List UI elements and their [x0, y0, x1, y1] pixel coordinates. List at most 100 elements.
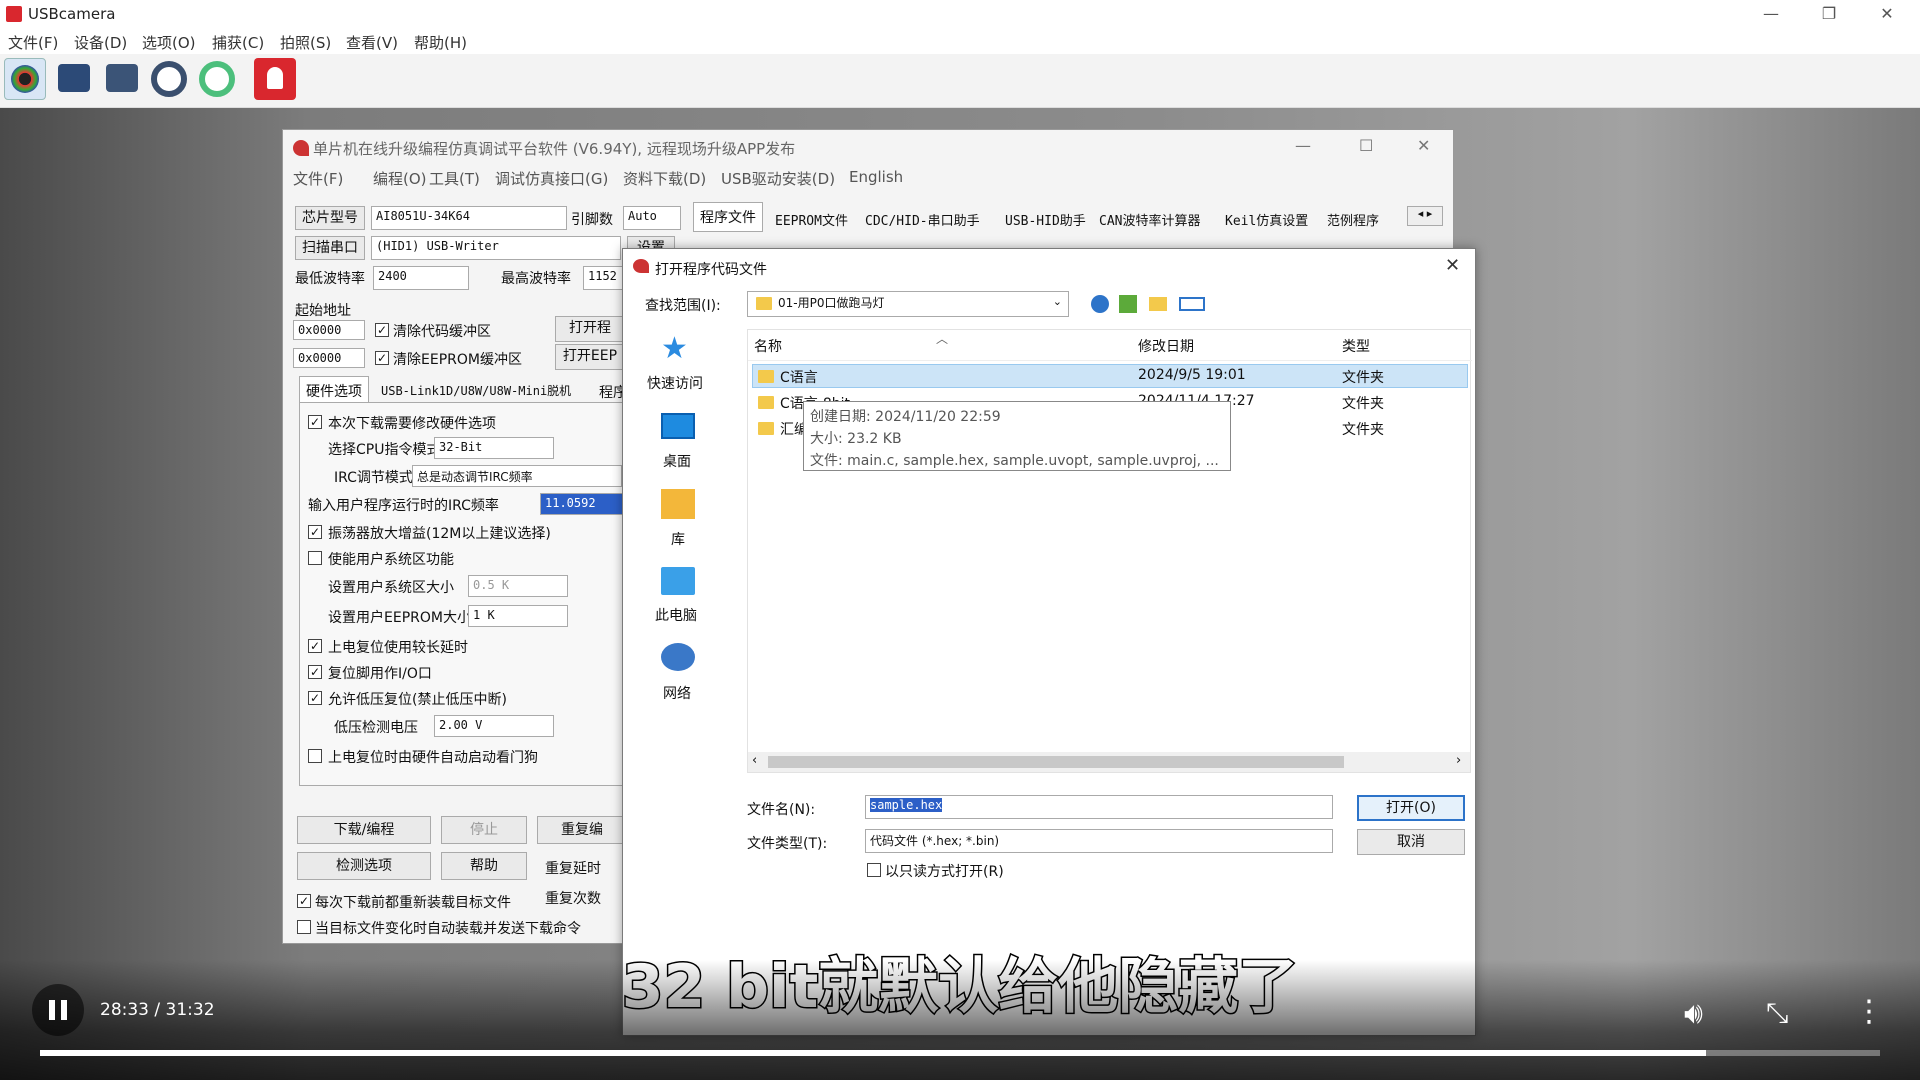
view-menu-icon[interactable] — [1179, 297, 1205, 311]
pin-count-select[interactable]: Auto — [623, 206, 681, 230]
new-folder-icon[interactable] — [1149, 297, 1167, 311]
tab-cdc-hid[interactable]: CDC/HID-串口助手 — [859, 206, 986, 233]
stop-button[interactable]: 停止 — [441, 816, 527, 844]
cpu-mode-select[interactable]: 32-Bit — [434, 437, 554, 459]
reload-each-checkbox[interactable]: ✓ — [297, 894, 311, 908]
repeat-download-button[interactable]: 重复编 — [537, 816, 627, 844]
this-pc-icon[interactable] — [661, 567, 695, 595]
more-options-icon[interactable]: ⋮ — [1854, 994, 1884, 1029]
stc-minimize-button[interactable]: — — [1295, 136, 1311, 155]
dialog-close-button[interactable]: ✕ — [1445, 255, 1460, 276]
readonly-checkbox[interactable] — [867, 863, 881, 877]
osc-gain-checkbox[interactable]: ✓ — [308, 525, 322, 539]
irc-freq-input[interactable]: 11.0592 — [540, 493, 624, 515]
modify-hw-checkbox[interactable]: ✓ — [308, 415, 322, 429]
stc-menu-usb-driver[interactable]: USB驱动安装(D) — [721, 168, 835, 189]
col-type[interactable]: 类型 — [1342, 336, 1370, 356]
user-sys-checkbox[interactable] — [308, 551, 322, 565]
stc-menu-tools[interactable]: 工具(T) — [429, 168, 480, 189]
tab-program-file[interactable]: 程序文件 — [693, 202, 763, 232]
menu-help[interactable]: 帮助(H) — [414, 32, 467, 53]
restore-button[interactable]: ❐ — [1806, 2, 1852, 26]
tab-examples[interactable]: 范例程序 — [1321, 206, 1385, 233]
filetype-select[interactable]: 代码文件 (*.hex; *.bin) — [865, 829, 1333, 853]
clear-code-checkbox[interactable]: ✓ — [375, 323, 389, 337]
desktop-icon[interactable] — [661, 413, 695, 439]
stc-menu-english[interactable]: English — [849, 168, 903, 186]
code-address-field[interactable]: 0x0000 — [293, 320, 365, 340]
tab-keil-sim[interactable]: Keil仿真设置 — [1219, 206, 1314, 233]
menu-photo[interactable]: 拍照(S) — [280, 32, 331, 53]
check-options-button[interactable]: 检测选项 — [297, 852, 431, 880]
tab-scroll-arrows-icon[interactable]: ◂ ▸ — [1407, 206, 1443, 226]
nav-network[interactable]: 网络 — [663, 683, 691, 703]
menu-options[interactable]: 选项(O) — [142, 32, 196, 53]
scroll-left-icon[interactable]: ‹ — [752, 753, 757, 768]
close-button[interactable]: ✕ — [1864, 2, 1910, 26]
menu-file[interactable]: 文件(F) — [8, 32, 58, 53]
stc-menu-program[interactable]: 编程(O) — [373, 168, 427, 189]
tab-eeprom-file[interactable]: EEPROM文件 — [769, 206, 854, 233]
stc-maximize-button[interactable]: ☐ — [1359, 136, 1373, 155]
scroll-right-icon[interactable]: › — [1456, 753, 1461, 768]
chip-model-select[interactable]: AI8051U-34K64 — [371, 206, 567, 230]
download-button[interactable]: 下载/编程 — [297, 816, 431, 844]
low-volt-select[interactable]: 2.00 V — [434, 715, 554, 737]
tab-usb-link[interactable]: USB-Link1D/U8W/U8W-Mini脱机 — [375, 378, 577, 403]
camera-icon[interactable] — [58, 64, 90, 92]
menu-device[interactable]: 设备(D) — [74, 32, 127, 53]
back-icon[interactable] — [1091, 295, 1109, 313]
nav-desktop[interactable]: 桌面 — [663, 451, 691, 471]
col-date[interactable]: 修改日期 — [1138, 336, 1194, 356]
cancel-button[interactable]: 取消 — [1357, 829, 1465, 855]
max-baud-select[interactable]: 1152 — [583, 266, 623, 290]
long-delay-checkbox[interactable]: ✓ — [308, 639, 322, 653]
volume-icon[interactable]: 🔊︎ — [1684, 996, 1703, 1031]
open-program-button[interactable]: 打开程 — [555, 316, 625, 342]
col-name[interactable]: 名称 — [754, 336, 782, 356]
pause-button[interactable] — [32, 984, 84, 1036]
library-icon[interactable] — [661, 489, 695, 519]
quick-access-icon[interactable]: ★ — [661, 331, 688, 366]
user-sys-size-select[interactable]: 0.5 K — [468, 575, 568, 597]
reset-io-checkbox[interactable]: ✓ — [308, 665, 322, 679]
min-baud-select[interactable]: 2400 — [373, 266, 469, 290]
minimize-button[interactable]: — — [1748, 2, 1794, 26]
filename-input[interactable]: sample.hex — [865, 795, 1333, 819]
tab-hardware-options[interactable]: 硬件选项 — [299, 376, 369, 405]
menu-capture[interactable]: 捕获(C) — [212, 32, 264, 53]
stc-menu-debug[interactable]: 调试仿真接口(G) — [495, 168, 608, 189]
auto-send-checkbox[interactable] — [297, 920, 311, 934]
open-eeprom-button[interactable]: 打开EEP — [555, 344, 625, 370]
network-icon[interactable] — [661, 643, 695, 671]
watchdog-checkbox[interactable] — [308, 749, 322, 763]
tab-usb-hid[interactable]: USB-HID助手 — [999, 206, 1092, 233]
horizontal-scrollbar[interactable]: ‹ › — [748, 752, 1470, 772]
eeprom-address-field[interactable]: 0x0000 — [293, 348, 365, 368]
open-button[interactable]: 打开(O) — [1357, 795, 1465, 821]
tab-can-baud[interactable]: CAN波特率计算器 — [1093, 206, 1206, 233]
video-player[interactable]: 单片机在线升级编程仿真调试平台软件 (V6.94Y), 远程现场升级APP发布 … — [0, 108, 1920, 1080]
settings-icon[interactable] — [151, 61, 187, 97]
scrollbar-thumb[interactable] — [768, 756, 1344, 768]
eeprom-size-select[interactable]: 1 K — [468, 605, 568, 627]
low-volt-reset-checkbox[interactable]: ✓ — [308, 691, 322, 705]
nav-this-pc[interactable]: 此电脑 — [655, 605, 697, 625]
clear-eeprom-checkbox[interactable]: ✓ — [375, 351, 389, 365]
stc-close-button[interactable]: ✕ — [1417, 136, 1430, 155]
irc-mode-select[interactable]: 总是动态调节IRC频率 — [412, 465, 622, 487]
user-icon[interactable] — [254, 58, 296, 100]
menu-view[interactable]: 查看(V) — [346, 32, 398, 53]
help-button[interactable]: 帮助 — [441, 852, 527, 880]
stc-menu-download[interactable]: 资料下载(D) — [623, 168, 706, 189]
port-select[interactable]: (HID1) USB-Writer — [371, 236, 621, 260]
up-folder-icon[interactable] — [1119, 295, 1137, 313]
progress-bar[interactable] — [40, 1050, 1880, 1056]
video-camera-icon[interactable] — [106, 64, 138, 92]
settings-green-icon[interactable] — [199, 61, 235, 97]
lookin-select[interactable]: 01-用P0口做跑马灯 ⌄ — [747, 291, 1069, 317]
nav-library[interactable]: 库 — [671, 529, 685, 549]
exit-fullscreen-icon[interactable]: ⤡ — [1766, 996, 1788, 1030]
stc-menu-file[interactable]: 文件(F) — [293, 168, 343, 189]
nav-quick-access[interactable]: 快速访问 — [647, 373, 703, 393]
